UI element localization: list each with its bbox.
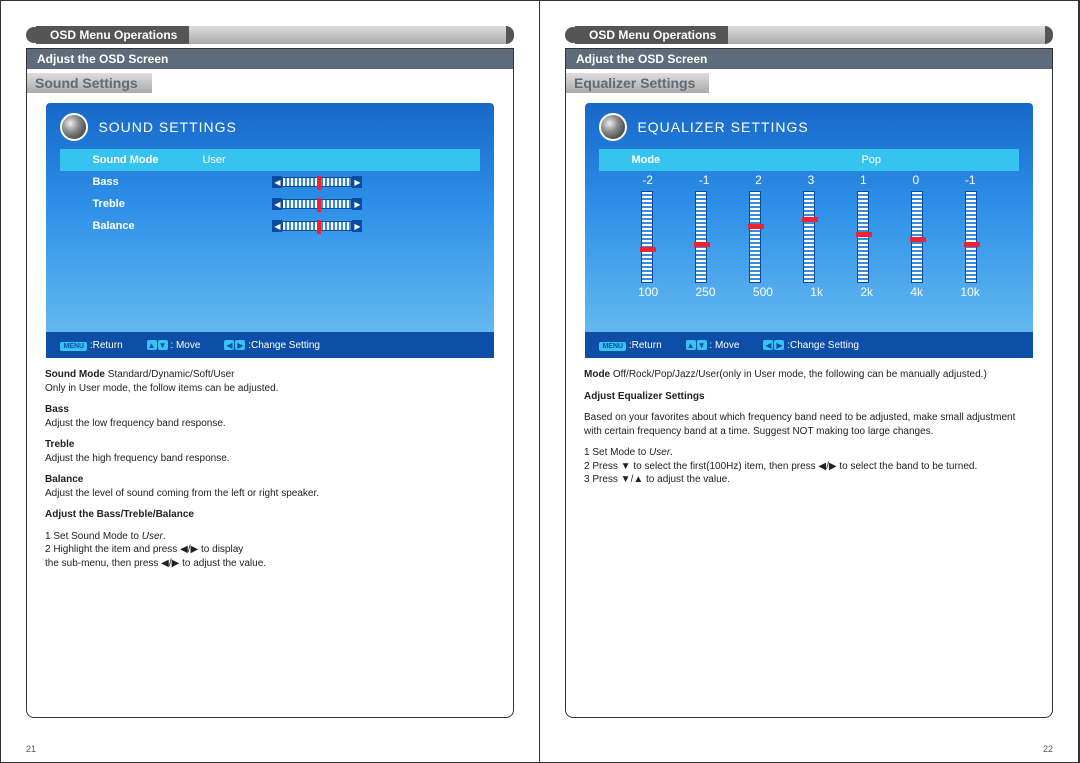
bass-slider[interactable]: ◀ ▶ xyxy=(272,176,362,188)
updown-icon[interactable]: ▲▼ xyxy=(147,340,168,350)
eq-band-10k[interactable] xyxy=(965,191,977,283)
osd-title: SOUND SETTINGS xyxy=(98,119,236,135)
page-number: 21 xyxy=(26,744,36,754)
chapter-title: OSD Menu Operations xyxy=(575,26,728,44)
balance-slider[interactable]: ◀ ▶ xyxy=(272,220,362,232)
chapter-dot-icon xyxy=(26,27,42,43)
osd-panel-sound: SOUND SETTINGS Sound Mode User Bass ◀ ▶ … xyxy=(46,103,493,358)
osd-footer: MENU :Return ▲▼ : Move ◀▶ :Change Settin… xyxy=(46,332,493,358)
eq-band-100[interactable] xyxy=(641,191,653,283)
leftright-icon[interactable]: ◀▶ xyxy=(763,340,784,350)
chapter-dot-icon xyxy=(565,27,581,43)
eq-band-4k[interactable] xyxy=(911,191,923,283)
arrow-left-icon[interactable]: ◀ xyxy=(272,176,282,188)
page-number: 22 xyxy=(1043,744,1053,754)
eq-band-500[interactable] xyxy=(749,191,761,283)
subheader: Adjust the OSD Screen xyxy=(566,49,1052,69)
subheader: Adjust the OSD Screen xyxy=(27,49,513,69)
treble-slider[interactable]: ◀ ▶ xyxy=(272,198,362,210)
chapter-title: OSD Menu Operations xyxy=(36,26,189,44)
page-left: OSD Menu Operations Adjust the OSD Scree… xyxy=(1,1,540,762)
row-treble[interactable]: Treble ◀ ▶ xyxy=(60,193,479,215)
eq-labels: 1002505001k2k4k10k xyxy=(599,285,1018,299)
eq-bars[interactable] xyxy=(599,187,1018,285)
speaker-icon xyxy=(60,113,88,141)
eq-band-1k[interactable] xyxy=(803,191,815,283)
body-text: Mode Off/Rock/Pop/Jazz/User(only in User… xyxy=(566,358,1052,505)
arrow-right-icon[interactable]: ▶ xyxy=(352,176,362,188)
row-balance[interactable]: Balance ◀ ▶ xyxy=(60,215,479,237)
speaker-icon xyxy=(599,113,627,141)
row-sound-mode[interactable]: Sound Mode User xyxy=(60,149,479,171)
chapter-bar: OSD Menu Operations xyxy=(26,26,514,44)
row-bass[interactable]: Bass ◀ ▶ xyxy=(60,171,479,193)
menu-button-icon[interactable]: MENU xyxy=(599,342,626,351)
eq-values: -2-12310-1 xyxy=(599,173,1018,187)
leftright-icon[interactable]: ◀▶ xyxy=(224,340,245,350)
chapter-bar: OSD Menu Operations xyxy=(565,26,1053,44)
row-eq-mode[interactable]: Mode Pop xyxy=(599,149,1018,171)
updown-icon[interactable]: ▲▼ xyxy=(686,340,707,350)
body-text: Sound Mode Standard/Dynamic/Soft/UserOnl… xyxy=(27,358,513,588)
content-frame: Adjust the OSD Screen Sound Settings SOU… xyxy=(26,48,514,718)
menu-button-icon[interactable]: MENU xyxy=(60,342,87,351)
content-frame: Adjust the OSD Screen Equalizer Settings… xyxy=(565,48,1053,718)
section-title: Equalizer Settings xyxy=(566,73,709,93)
section-title: Sound Settings xyxy=(27,73,152,93)
osd-panel-equalizer: EQUALIZER SETTINGS Mode Pop -2-12310-1 xyxy=(585,103,1032,358)
eq-band-250[interactable] xyxy=(695,191,707,283)
osd-title: EQUALIZER SETTINGS xyxy=(637,119,808,135)
page-right: OSD Menu Operations Adjust the OSD Scree… xyxy=(540,1,1079,762)
osd-footer: MENU :Return ▲▼ : Move ◀▶ :Change Settin… xyxy=(585,332,1032,358)
eq-band-2k[interactable] xyxy=(857,191,869,283)
